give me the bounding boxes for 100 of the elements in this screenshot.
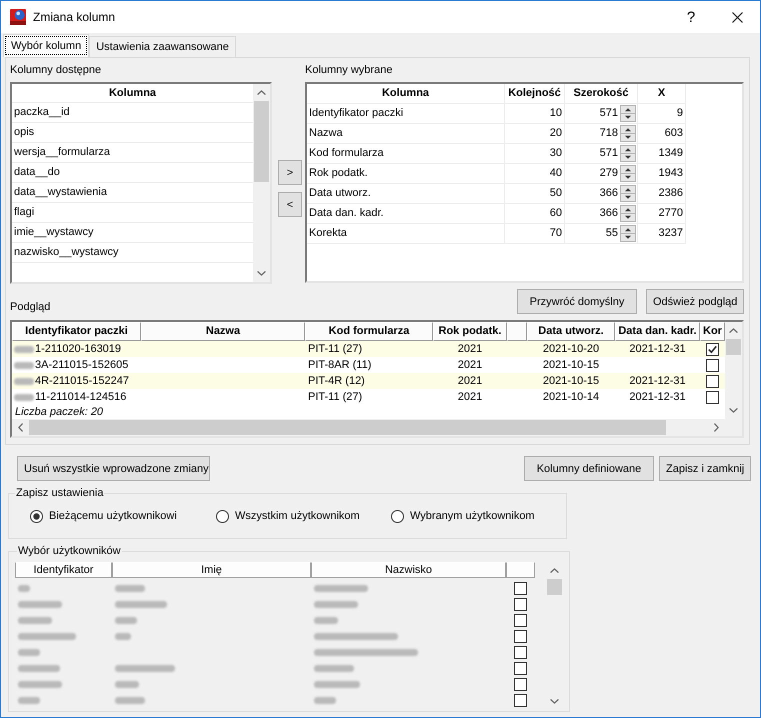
table-cell-text: 11-211014-124516 (35, 390, 126, 405)
remove-button[interactable]: < (278, 192, 302, 217)
checkbox[interactable] (514, 694, 527, 706)
checkbox[interactable] (514, 614, 527, 626)
radio-icon[interactable] (30, 510, 43, 522)
help-button[interactable]: ? (668, 1, 714, 33)
restore-default-button[interactable]: Przywróć domyślny (517, 289, 637, 314)
tab[interactable]: Ustawienia zaawansowane (89, 36, 236, 57)
spinner-icon[interactable] (620, 205, 636, 222)
spinner-icon[interactable] (620, 145, 636, 162)
scrollbar-thumb[interactable] (726, 339, 741, 355)
table-cell: 2770 (638, 204, 686, 224)
spin-box[interactable]: 55 (565, 224, 638, 244)
list-item[interactable]: paczka__id (12, 103, 253, 123)
table-cell-text: 2021-12-31 (629, 342, 686, 357)
defined-columns-button[interactable]: Kolumny definiowane (524, 456, 654, 481)
table-cell: 40 (505, 164, 565, 184)
table-cell-text: 2021-10-15 (542, 358, 600, 373)
blurred-text (314, 696, 336, 704)
close-icon[interactable] (732, 12, 742, 22)
chevron-right-icon[interactable] (714, 423, 719, 432)
scrollbar-thumb[interactable] (29, 420, 666, 435)
list-item[interactable]: nazwisko__wystawcy (12, 243, 253, 263)
list-item[interactable]: data__do (12, 163, 253, 183)
blurred-text (115, 600, 167, 608)
tab[interactable]: Wybór kolumn (3, 34, 90, 57)
spin-box[interactable]: 366 (565, 184, 638, 204)
scrollbar-thumb[interactable] (547, 579, 562, 595)
blurred-text (14, 394, 34, 400)
checkbox[interactable] (706, 342, 719, 356)
chevron-down-icon[interactable] (729, 408, 738, 413)
blurred-text (18, 616, 52, 624)
checkbox[interactable] (514, 646, 527, 658)
list-item[interactable]: imie__wystawcy (12, 223, 253, 243)
group-label: Wybór użytkowników (17, 545, 122, 558)
column-header[interactable]: Identyfikator (15, 562, 112, 578)
spin-box[interactable]: 366 (565, 204, 638, 224)
column-header[interactable] (507, 322, 527, 341)
chevron-down-icon[interactable] (257, 271, 266, 276)
blurred-text (18, 664, 60, 672)
spinner-icon[interactable] (620, 165, 636, 182)
list-item[interactable]: opis (12, 123, 253, 143)
chevron-down-icon[interactable] (550, 699, 559, 704)
column-header[interactable]: Kod formularza (305, 322, 433, 341)
checkbox[interactable] (514, 678, 527, 690)
blurred-text (314, 664, 354, 672)
checkbox[interactable] (514, 582, 527, 594)
blurred-text (14, 362, 34, 368)
table-cell-text: PIT-11 (27) (308, 390, 362, 405)
checkbox[interactable] (706, 390, 719, 404)
blurred-text (14, 378, 34, 384)
radio-option[interactable]: Wszystkim użytkownikom (216, 510, 391, 522)
table-cell-text: 3A-211015-152605 (35, 358, 128, 373)
column-header[interactable]: Imię (112, 562, 311, 578)
spinner-icon[interactable] (620, 105, 636, 122)
add-button[interactable]: > (278, 160, 302, 185)
column-header[interactable]: Rok podatk. (433, 322, 507, 341)
blurred-text (18, 696, 40, 704)
radio-option[interactable]: Bieżącemu użytkownikowi (30, 510, 216, 522)
checkbox[interactable] (514, 630, 527, 642)
save-close-button[interactable]: Zapisz i zamknij (659, 456, 751, 481)
column-header[interactable]: Data dan. kadr. (615, 322, 700, 341)
column-header[interactable]: Nazwisko (311, 562, 506, 578)
chevron-left-icon[interactable] (18, 423, 23, 432)
discard-changes-button[interactable]: Usuń wszystkie wprowadzone zmiany (17, 456, 210, 481)
spin-box[interactable]: 279 (565, 164, 638, 184)
spin-box[interactable]: 571 (565, 144, 638, 164)
spinner-icon[interactable] (620, 185, 636, 202)
vertical-scrollbar[interactable] (253, 84, 270, 282)
list-item[interactable]: data__wystawienia (12, 183, 253, 203)
column-header[interactable]: Kor (700, 322, 725, 341)
section-label: Kolumny wybrane (305, 63, 392, 77)
blurred-text (115, 616, 137, 624)
list-item[interactable]: wersja__formularza (12, 143, 253, 163)
section-label: Podgląd (10, 301, 50, 313)
spinner-icon[interactable] (620, 225, 636, 242)
column-header[interactable]: Identyfikator paczki (12, 322, 141, 341)
radio-option[interactable]: Wybranym użytkownikom (391, 510, 535, 522)
refresh-preview-button[interactable]: Odśwież podgląd (646, 289, 744, 314)
spinner-icon[interactable] (620, 125, 636, 142)
spin-box[interactable]: 571 (565, 104, 638, 124)
radio-icon[interactable] (391, 510, 404, 522)
column-header[interactable]: Nazwa (141, 322, 305, 341)
chevron-up-icon[interactable] (729, 328, 738, 333)
list-item[interactable]: flagi (12, 203, 253, 223)
blurred-text (115, 584, 145, 592)
chevron-up-icon[interactable] (550, 568, 559, 573)
blurred-text (115, 696, 145, 704)
spin-box[interactable]: 718 (565, 124, 638, 144)
blurred-text (18, 680, 62, 688)
checkbox[interactable] (514, 662, 527, 674)
scrollbar-thumb[interactable] (254, 101, 269, 182)
radio-icon[interactable] (216, 510, 229, 522)
checkbox[interactable] (514, 598, 527, 610)
blurred-text (314, 600, 358, 608)
checkbox[interactable] (706, 358, 719, 372)
table-cell: 50 (505, 184, 565, 204)
column-header[interactable]: Data utworz. (527, 322, 615, 341)
checkbox[interactable] (706, 374, 719, 388)
chevron-up-icon[interactable] (257, 90, 266, 95)
